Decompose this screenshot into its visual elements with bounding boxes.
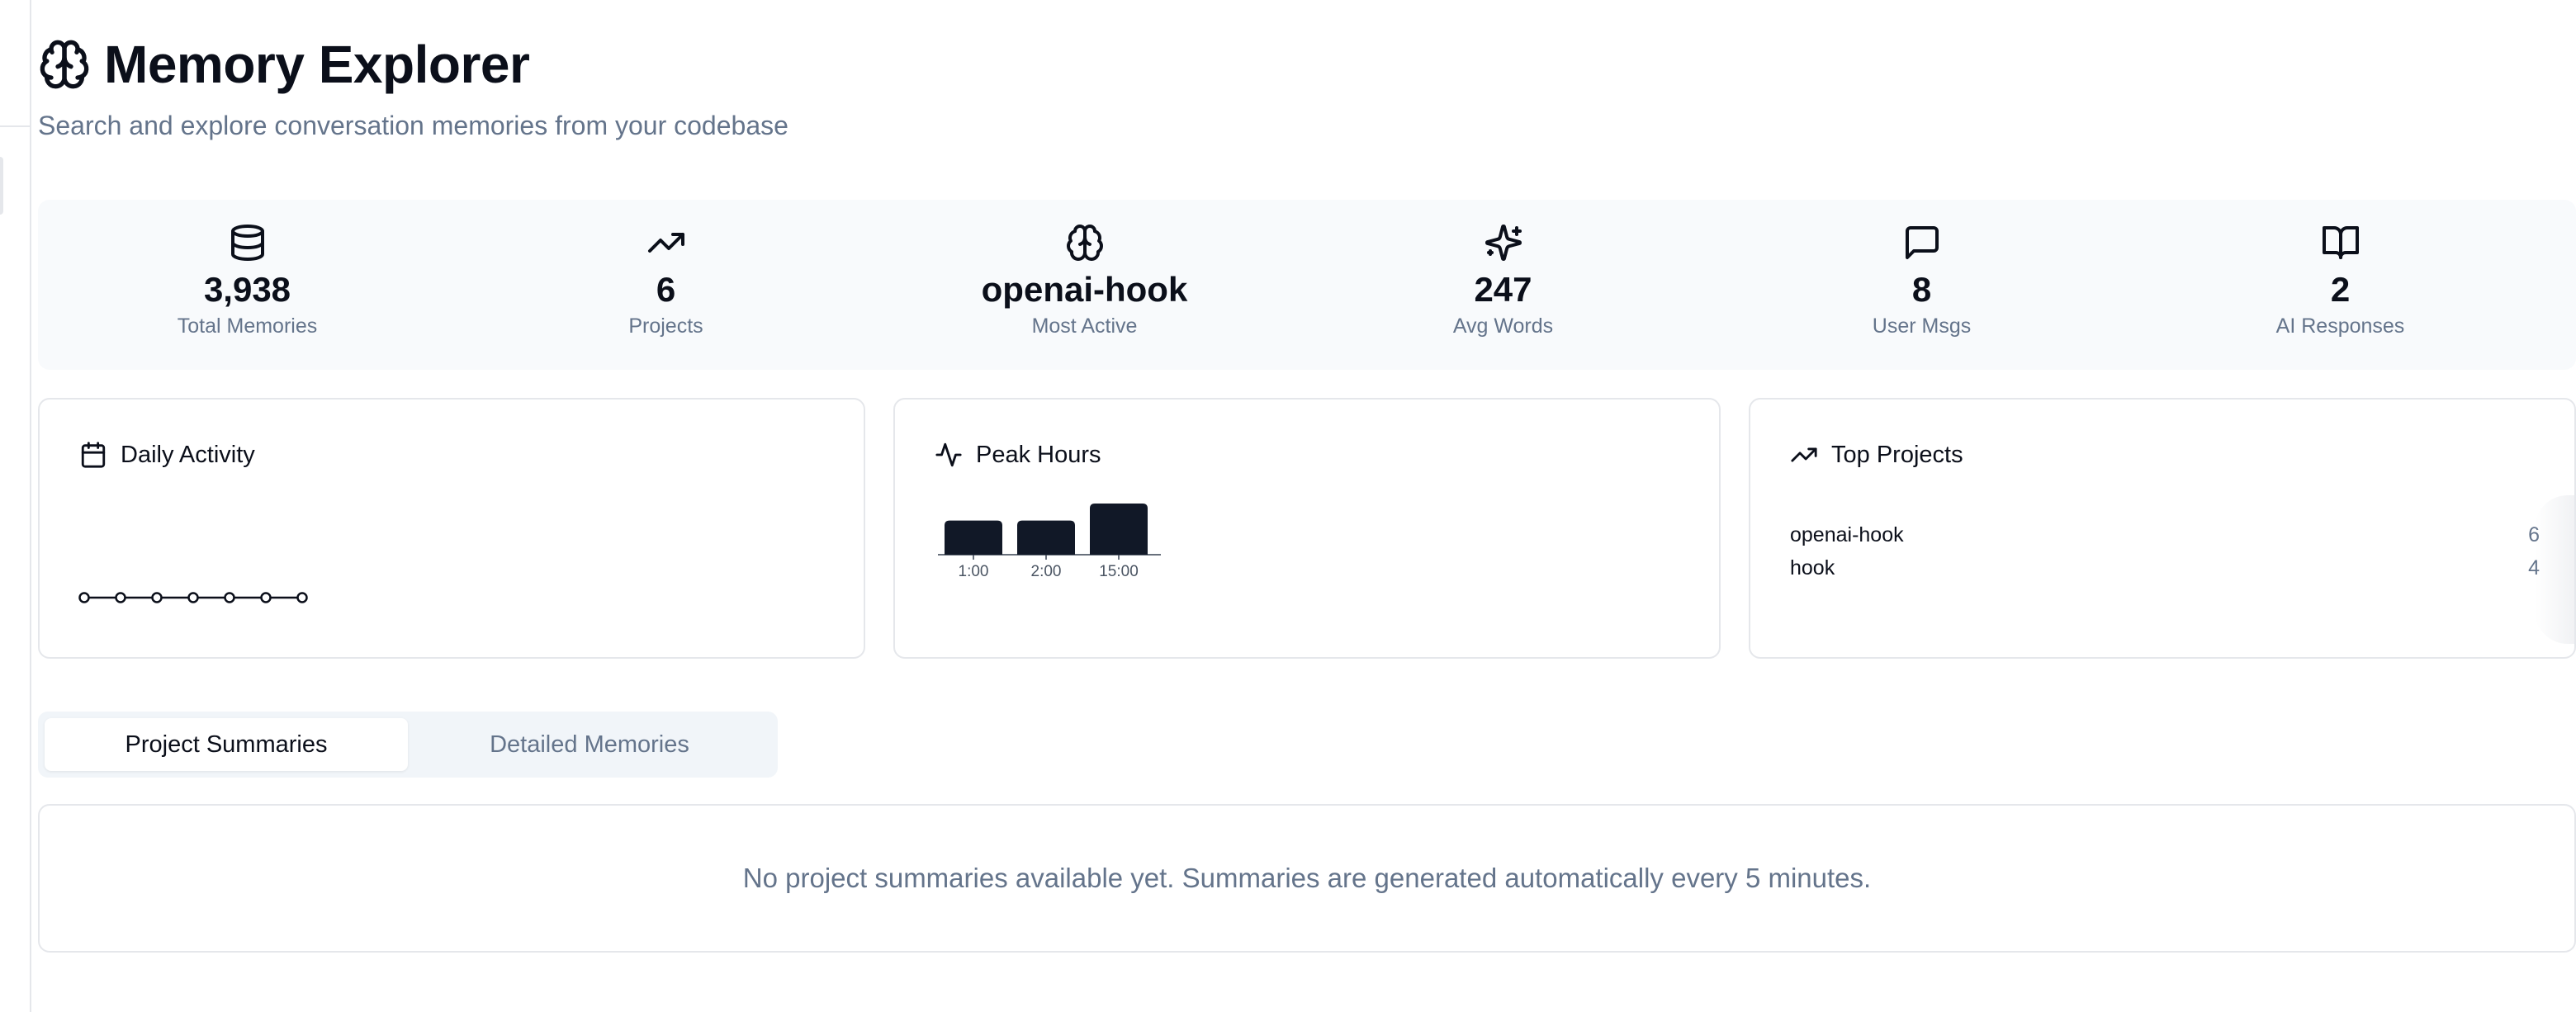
card-title: Top Projects xyxy=(1831,441,1963,468)
view-tabs: Project Summaries Detailed Memories xyxy=(38,712,778,778)
message-square-icon xyxy=(1905,226,1939,259)
stat-avg-words: 247 Avg Words xyxy=(1294,200,1712,370)
daily-activity-point xyxy=(115,592,126,603)
stat-label: Projects xyxy=(628,314,703,338)
stat-label: Avg Words xyxy=(1452,314,1554,338)
calendar-icon xyxy=(81,442,106,468)
card-header: Top Projects xyxy=(1790,441,1963,469)
daily-activity-point xyxy=(151,592,163,603)
top-project-row[interactable]: openai-hook 6 xyxy=(1790,523,2540,547)
daily-activity-point xyxy=(187,592,199,603)
summaries-empty-state: No project summaries available yet. Summ… xyxy=(38,804,2576,953)
stats-panel: 3,938 Total Memories 6 Projects openai-h… xyxy=(38,200,2576,370)
stat-label: Total Memories xyxy=(177,314,318,338)
brain-icon xyxy=(1066,225,1103,261)
stat-value: 247 xyxy=(1474,270,1532,309)
activity-icon xyxy=(935,442,962,467)
project-name: hook xyxy=(1790,556,1835,579)
peak-hours-bar xyxy=(1090,504,1148,555)
peak-hours-bar xyxy=(1017,520,1075,555)
card-header: Peak Hours xyxy=(935,441,1101,469)
stat-value: openai-hook xyxy=(981,270,1188,309)
stat-label: AI Responses xyxy=(2275,314,2405,338)
scroll-edge-shadow xyxy=(2535,495,2576,644)
trending-up-icon xyxy=(647,233,684,253)
top-projects-card: Top Projects openai-hook 6 hook 4 xyxy=(1749,398,2576,659)
empty-state-message: No project summaries available yet. Summ… xyxy=(742,863,1872,893)
daily-activity-card: Daily Activity xyxy=(38,398,865,659)
daily-activity-point xyxy=(78,592,90,603)
stat-value: 2 xyxy=(2330,270,2351,309)
stat-label: Most Active xyxy=(1031,314,1138,338)
sidebar-collapsed xyxy=(0,0,31,1012)
page-header: Memory Explorer xyxy=(38,31,530,97)
daily-activity-point xyxy=(296,592,308,603)
main-content: Memory Explorer Search and explore conve… xyxy=(38,0,2576,1012)
stat-most-active: openai-hook Most Active xyxy=(875,200,1294,370)
project-name: openai-hook xyxy=(1790,523,1904,546)
peak-hours-tick-label: 15:00 xyxy=(1099,563,1139,580)
top-project-row[interactable]: hook 4 xyxy=(1790,556,2540,580)
stat-value: 8 xyxy=(1911,270,1932,309)
sidebar-divider xyxy=(0,125,31,127)
brain-icon xyxy=(40,40,89,89)
stat-ai-responses: 2 AI Responses xyxy=(2131,200,2550,370)
tab-detailed-memories[interactable]: Detailed Memories xyxy=(408,718,771,771)
peak-hours-tick-label: 2:00 xyxy=(1031,563,1062,580)
sparkles-icon xyxy=(1485,224,1522,262)
peak-hours-tick-label: 1:00 xyxy=(959,563,989,580)
stat-label: User Msgs xyxy=(1872,314,1972,338)
trending-up-icon xyxy=(1791,447,1817,462)
card-title: Peak Hours xyxy=(976,441,1101,468)
stat-value: 6 xyxy=(656,270,676,309)
daily-activity-chart xyxy=(78,592,308,603)
stat-total-memories: 3,938 Total Memories xyxy=(38,200,457,370)
stat-user-msgs: 8 User Msgs xyxy=(1712,200,2131,370)
page-subtitle: Search and explore conversation memories… xyxy=(38,111,788,140)
page-title: Memory Explorer xyxy=(104,35,530,94)
card-title: Daily Activity xyxy=(121,441,255,468)
tab-project-summaries[interactable]: Project Summaries xyxy=(45,718,408,771)
daily-activity-point xyxy=(224,592,235,603)
stat-projects: 6 Projects xyxy=(457,200,875,370)
card-header: Daily Activity xyxy=(79,441,255,469)
sidebar-toggle-handle[interactable] xyxy=(0,157,3,215)
stat-value: 3,938 xyxy=(203,270,291,309)
book-open-icon xyxy=(2322,226,2359,259)
database-icon xyxy=(230,225,264,261)
peak-hours-card: Peak Hours 1:00 2:00 15:00 xyxy=(893,398,1721,659)
daily-activity-point xyxy=(260,592,272,603)
peak-hours-bar xyxy=(945,520,1002,555)
peak-hours-chart: 1:00 2:00 15:00 xyxy=(938,504,1161,580)
